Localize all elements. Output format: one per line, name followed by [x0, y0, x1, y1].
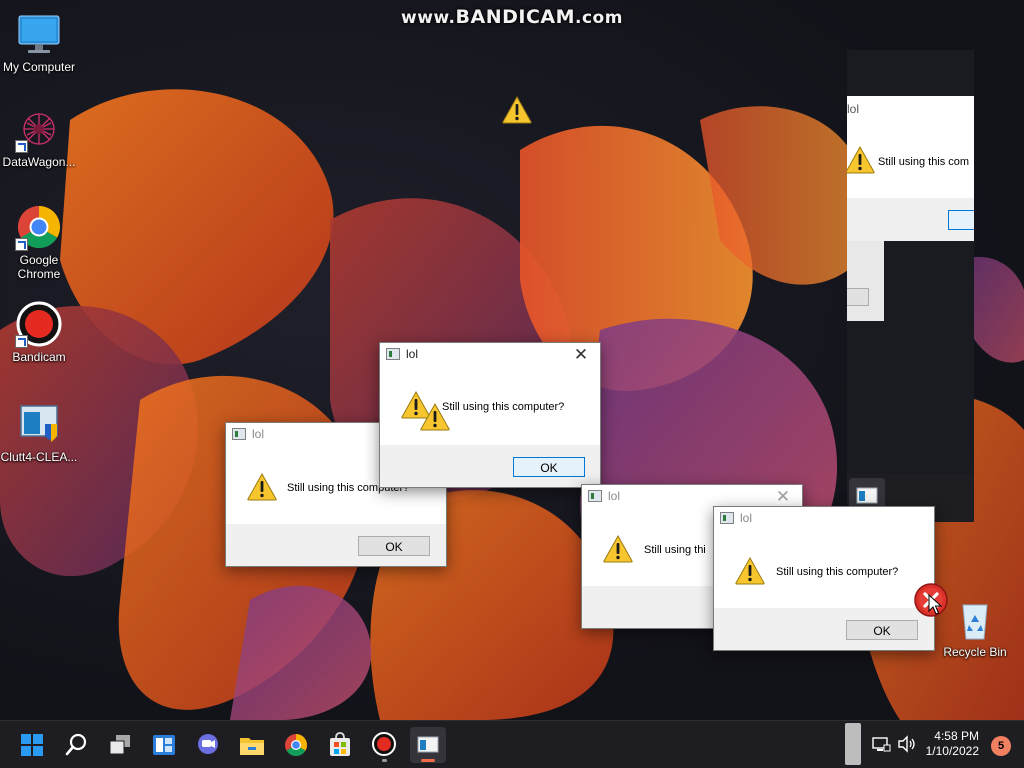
bandicam-watermark: www.BANDICAM.com: [0, 6, 1024, 28]
start-button[interactable]: [14, 727, 50, 763]
watermark-suffix: .com: [575, 8, 623, 28]
chat-button[interactable]: [190, 727, 226, 763]
dialog-titlebar[interactable]: lol: [714, 507, 934, 531]
watermark-prefix: www.: [401, 8, 456, 28]
desktop-icon-google-chrome[interactable]: Google Chrome: [0, 203, 78, 281]
dialog-message: Still using this computer?: [776, 566, 899, 578]
taskbar: 4:58 PM 1/10/2022 5: [0, 720, 1024, 768]
desktop-icon-datawagon[interactable]: DataWagon...: [0, 105, 78, 169]
ok-button[interactable]: OK: [846, 620, 918, 640]
dialog-message: Still using this com: [878, 156, 970, 168]
app-icon: [232, 428, 246, 440]
ok-button[interactable]: OK: [513, 457, 585, 477]
desktop-icon-my-computer[interactable]: My Computer: [0, 10, 78, 74]
app-icon: [588, 490, 602, 502]
ok-button[interactable]: OK: [358, 536, 430, 556]
monitor-icon: [15, 10, 63, 58]
lol-app-taskbar-button[interactable]: [410, 727, 446, 763]
desktop-icon-label: DataWagon...: [2, 155, 76, 169]
file-explorer-button[interactable]: [234, 727, 270, 763]
desktop-icon-label: Google Chrome: [17, 253, 61, 281]
dialog-title: lol: [847, 102, 860, 116]
dialog-footer: OK: [226, 524, 446, 566]
glitch-dialog-partial[interactable]: lol Still using this com: [847, 96, 974, 241]
active-indicator: [421, 759, 435, 762]
glitch-window: lol Still using this com: [847, 50, 974, 522]
widgets-button[interactable]: [146, 727, 182, 763]
running-indicator: [382, 759, 387, 762]
clutt-icon: [15, 400, 63, 448]
dialog-title: lol: [608, 489, 621, 503]
warning-icon: [603, 535, 633, 563]
dialog-footer: OK: [714, 608, 934, 650]
chrome-taskbar-button[interactable]: [278, 727, 314, 763]
chrome-icon: [285, 734, 307, 756]
clock-time: 4:58 PM: [934, 729, 979, 743]
store-button[interactable]: [322, 727, 358, 763]
store-icon: [330, 732, 350, 756]
app-icon: [386, 348, 400, 360]
dialog-titlebar[interactable]: lol ✕: [380, 343, 600, 367]
bandicam-icon: [15, 300, 63, 348]
warning-icon: [847, 146, 875, 174]
watermark-brand: BANDICAM: [455, 6, 576, 28]
bandicam-icon: [372, 732, 396, 756]
shortcut-arrow-icon: [15, 238, 28, 251]
clock-date: 1/10/2022: [925, 744, 979, 758]
desktop: www.BANDICAM.com My Computer DataWagon..…: [0, 0, 1024, 720]
dialog-message: Still using this computer?: [442, 401, 565, 413]
desktop-icon-label: Bandicam: [12, 350, 66, 364]
close-icon[interactable]: ✕: [772, 486, 794, 508]
lol-app-icon: [417, 736, 439, 753]
start-icon: [21, 734, 43, 756]
dialog-message: Still using thi: [644, 544, 706, 556]
task-view-icon: [109, 735, 130, 755]
message-dialog[interactable]: lol ✕ Still using this computer? OK: [379, 342, 601, 488]
chrome-icon: [15, 203, 63, 251]
desktop-icon-clutt4[interactable]: Clutt4-CLEA...: [0, 400, 78, 464]
datawagon-icon: [15, 105, 63, 153]
network-icon[interactable]: [870, 733, 892, 755]
mouse-cursor-icon: [928, 594, 943, 615]
close-icon[interactable]: ✕: [570, 344, 592, 366]
dialog-title: lol: [252, 427, 265, 441]
warning-icon: [502, 96, 532, 124]
warning-icon: [247, 473, 277, 501]
app-icon: [720, 512, 734, 524]
widgets-icon: [153, 735, 175, 755]
dialog-title: lol: [406, 347, 419, 361]
glitch-strip: [847, 241, 884, 321]
warning-icon: [735, 557, 765, 585]
chat-icon: [198, 734, 218, 754]
bandicam-taskbar-button[interactable]: [366, 727, 402, 763]
task-view-button[interactable]: [102, 727, 138, 763]
taskbar-overflow-handle[interactable]: [845, 723, 861, 765]
search-button[interactable]: [58, 727, 94, 763]
notification-badge[interactable]: 5: [991, 736, 1011, 756]
desktop-icon-bandicam[interactable]: Bandicam: [0, 300, 78, 364]
desktop-icon-label: My Computer: [2, 60, 76, 74]
taskbar-clock[interactable]: 4:58 PM 1/10/2022: [909, 729, 979, 759]
search-icon: [65, 733, 87, 756]
recycle-bin-icon: [951, 595, 999, 643]
shortcut-arrow-icon: [15, 140, 28, 153]
dialog-footer: OK: [380, 445, 600, 487]
shortcut-arrow-icon: [15, 335, 28, 348]
message-dialog[interactable]: lol Still using this computer? OK: [713, 506, 935, 651]
ok-button-partial[interactable]: [948, 210, 974, 230]
desktop-icon-label: Recycle Bin: [943, 645, 1007, 659]
dialog-title: lol: [740, 511, 753, 525]
desktop-icon-label: Clutt4-CLEA...: [0, 450, 78, 464]
file-explorer-icon: [240, 738, 264, 755]
